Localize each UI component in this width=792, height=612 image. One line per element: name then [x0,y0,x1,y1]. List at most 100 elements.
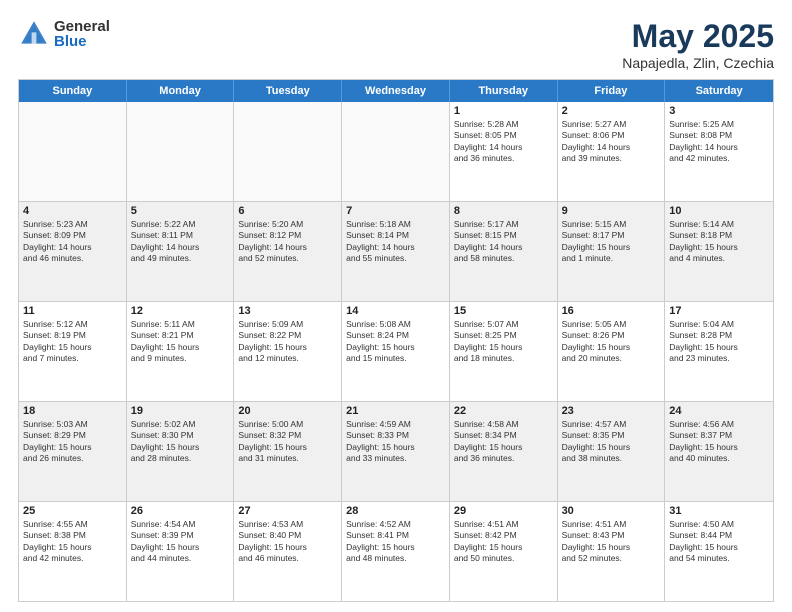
day-number: 20 [238,405,337,417]
day-info: Sunrise: 5:15 AM Sunset: 8:17 PM Dayligh… [562,219,661,265]
calendar-cell: 29 Sunrise: 4:51 AM Sunset: 8:42 PM Dayli… [450,502,558,601]
day-info: Sunrise: 5:22 AM Sunset: 8:11 PM Dayligh… [131,219,230,265]
day-info: Sunrise: 5:27 AM Sunset: 8:06 PM Dayligh… [562,119,661,165]
calendar-cell: 13Sunrise: 5:09 AM Sunset: 8:22 PM Dayli… [234,302,342,401]
day-info: Sunrise: 5:05 AM Sunset: 8:26 PM Dayligh… [562,319,661,365]
day-number: 26 [131,505,230,517]
calendar-cell: 20 Sunrise: 5:00 AM Sunset: 8:32 PM Dayli… [234,402,342,501]
calendar-row-5: 25 Sunrise: 4:55 AM Sunset: 8:38 PM Dayli… [19,501,773,601]
calendar-cell: 15Sunrise: 5:07 AM Sunset: 8:25 PM Dayli… [450,302,558,401]
calendar-cell: 6Sunrise: 5:20 AM Sunset: 8:12 PM Daylig… [234,202,342,301]
logo: General Blue [18,18,110,50]
day-info: Sunrise: 4:54 AM Sunset: 8:39 PM Dayligh… [131,519,230,565]
calendar-cell: 30 Sunrise: 4:51 AM Sunset: 8:43 PM Dayli… [558,502,666,601]
day-number: 30 [562,505,661,517]
day-info: Sunrise: 5:25 AM Sunset: 8:08 PM Dayligh… [669,119,769,165]
calendar-row-2: 4 Sunrise: 5:23 AM Sunset: 8:09 PM Daylig… [19,201,773,301]
day-number: 21 [346,405,445,417]
day-info: Sunrise: 4:59 AM Sunset: 8:33 PM Dayligh… [346,419,445,465]
day-number: 31 [669,505,769,517]
calendar-cell: 12 Sunrise: 5:11 AM Sunset: 8:21 PM Dayli… [127,302,235,401]
day-number: 23 [562,405,661,417]
day-info: Sunrise: 5:02 AM Sunset: 8:30 PM Dayligh… [131,419,230,465]
header-day-sunday: Sunday [19,80,127,102]
calendar-cell [342,102,450,201]
header-day-thursday: Thursday [450,80,558,102]
calendar-row-4: 18Sunrise: 5:03 AM Sunset: 8:29 PM Dayli… [19,401,773,501]
month-title: May 2025 [622,18,774,55]
day-number: 5 [131,205,230,217]
calendar-cell: 23 Sunrise: 4:57 AM Sunset: 8:35 PM Dayli… [558,402,666,501]
calendar-cell: 10Sunrise: 5:14 AM Sunset: 8:18 PM Dayli… [665,202,773,301]
day-info: Sunrise: 5:04 AM Sunset: 8:28 PM Dayligh… [669,319,769,365]
calendar-cell: 28 Sunrise: 4:52 AM Sunset: 8:41 PM Dayli… [342,502,450,601]
calendar-cell: 11Sunrise: 5:12 AM Sunset: 8:19 PM Dayli… [19,302,127,401]
day-info: Sunrise: 4:55 AM Sunset: 8:38 PM Dayligh… [23,519,122,565]
day-info: Sunrise: 5:28 AM Sunset: 8:05 PM Dayligh… [454,119,553,165]
calendar-cell: 4 Sunrise: 5:23 AM Sunset: 8:09 PM Daylig… [19,202,127,301]
day-info: Sunrise: 5:23 AM Sunset: 8:09 PM Dayligh… [23,219,122,265]
day-info: Sunrise: 4:51 AM Sunset: 8:42 PM Dayligh… [454,519,553,565]
calendar-header: SundayMondayTuesdayWednesdayThursdayFrid… [19,80,773,102]
day-number: 14 [346,305,445,317]
title-block: May 2025 Napajedla, Zlin, Czechia [622,18,774,71]
day-info: Sunrise: 5:17 AM Sunset: 8:15 PM Dayligh… [454,219,553,265]
day-info: Sunrise: 4:52 AM Sunset: 8:41 PM Dayligh… [346,519,445,565]
header-day-monday: Monday [127,80,235,102]
day-info: Sunrise: 5:03 AM Sunset: 8:29 PM Dayligh… [23,419,122,465]
logo-text: General Blue [54,19,110,49]
calendar-cell: 17Sunrise: 5:04 AM Sunset: 8:28 PM Dayli… [665,302,773,401]
day-info: Sunrise: 5:09 AM Sunset: 8:22 PM Dayligh… [238,319,337,365]
day-info: Sunrise: 5:08 AM Sunset: 8:24 PM Dayligh… [346,319,445,365]
header-day-saturday: Saturday [665,80,773,102]
day-info: Sunrise: 5:11 AM Sunset: 8:21 PM Dayligh… [131,319,230,365]
day-number: 12 [131,305,230,317]
day-number: 1 [454,105,553,117]
day-number: 19 [131,405,230,417]
day-number: 8 [454,205,553,217]
calendar-cell: 14 Sunrise: 5:08 AM Sunset: 8:24 PM Dayli… [342,302,450,401]
logo-general-label: General [54,19,110,34]
day-info: Sunrise: 5:12 AM Sunset: 8:19 PM Dayligh… [23,319,122,365]
day-info: Sunrise: 4:51 AM Sunset: 8:43 PM Dayligh… [562,519,661,565]
day-number: 6 [238,205,337,217]
day-info: Sunrise: 4:56 AM Sunset: 8:37 PM Dayligh… [669,419,769,465]
header-day-wednesday: Wednesday [342,80,450,102]
calendar-cell: 31 Sunrise: 4:50 AM Sunset: 8:44 PM Dayli… [665,502,773,601]
day-number: 15 [454,305,553,317]
day-number: 25 [23,505,122,517]
calendar-row-1: 1 Sunrise: 5:28 AM Sunset: 8:05 PM Daylig… [19,102,773,201]
calendar-cell [234,102,342,201]
day-number: 2 [562,105,661,117]
calendar-cell: 25 Sunrise: 4:55 AM Sunset: 8:38 PM Dayli… [19,502,127,601]
calendar-cell: 26 Sunrise: 4:54 AM Sunset: 8:39 PM Dayli… [127,502,235,601]
calendar-cell: 8 Sunrise: 5:17 AM Sunset: 8:15 PM Daylig… [450,202,558,301]
calendar-cell: 24Sunrise: 4:56 AM Sunset: 8:37 PM Dayli… [665,402,773,501]
logo-icon [18,18,50,50]
day-info: Sunrise: 4:50 AM Sunset: 8:44 PM Dayligh… [669,519,769,565]
calendar-body: 1 Sunrise: 5:28 AM Sunset: 8:05 PM Daylig… [19,102,773,601]
calendar-cell: 9 Sunrise: 5:15 AM Sunset: 8:17 PM Daylig… [558,202,666,301]
day-number: 16 [562,305,661,317]
day-info: Sunrise: 5:00 AM Sunset: 8:32 PM Dayligh… [238,419,337,465]
calendar-cell: 2 Sunrise: 5:27 AM Sunset: 8:06 PM Daylig… [558,102,666,201]
calendar: SundayMondayTuesdayWednesdayThursdayFrid… [18,79,774,602]
calendar-cell: 16 Sunrise: 5:05 AM Sunset: 8:26 PM Dayli… [558,302,666,401]
header-day-tuesday: Tuesday [234,80,342,102]
calendar-cell: 19 Sunrise: 5:02 AM Sunset: 8:30 PM Dayli… [127,402,235,501]
calendar-cell: 3Sunrise: 5:25 AM Sunset: 8:08 PM Daylig… [665,102,773,201]
day-number: 22 [454,405,553,417]
day-number: 29 [454,505,553,517]
day-number: 28 [346,505,445,517]
day-number: 4 [23,205,122,217]
day-number: 10 [669,205,769,217]
day-info: Sunrise: 5:18 AM Sunset: 8:14 PM Dayligh… [346,219,445,265]
calendar-cell: 18Sunrise: 5:03 AM Sunset: 8:29 PM Dayli… [19,402,127,501]
day-info: Sunrise: 4:57 AM Sunset: 8:35 PM Dayligh… [562,419,661,465]
page: General Blue May 2025 Napajedla, Zlin, C… [0,0,792,612]
day-number: 27 [238,505,337,517]
calendar-cell: 21 Sunrise: 4:59 AM Sunset: 8:33 PM Dayli… [342,402,450,501]
day-info: Sunrise: 4:58 AM Sunset: 8:34 PM Dayligh… [454,419,553,465]
logo-blue-label: Blue [54,34,110,49]
day-number: 9 [562,205,661,217]
